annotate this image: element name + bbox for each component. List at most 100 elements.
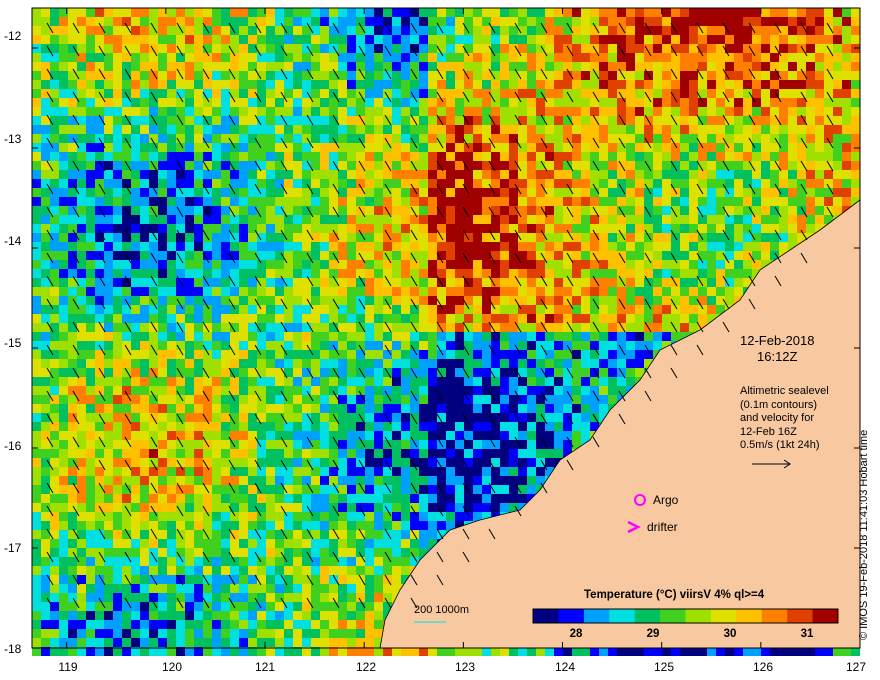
sst-cell xyxy=(149,386,158,395)
sst-cell xyxy=(104,305,113,314)
sst-cell xyxy=(131,71,140,80)
sst-cell xyxy=(374,98,383,107)
sst-cell xyxy=(581,404,590,413)
sst-cell xyxy=(239,269,248,278)
sst-cell xyxy=(626,71,635,80)
sst-cell xyxy=(302,269,311,278)
sst-cell xyxy=(608,215,617,224)
sst-cell xyxy=(527,143,536,152)
sst-cell xyxy=(320,188,329,197)
sst-cell xyxy=(680,44,689,53)
sst-cell xyxy=(707,26,716,35)
sst-cell xyxy=(626,368,635,377)
sst-cell xyxy=(626,107,635,116)
sst-cell xyxy=(761,170,770,179)
sst-cell xyxy=(104,242,113,251)
sst-cell xyxy=(329,233,338,242)
sst-cell xyxy=(698,44,707,53)
sst-cell xyxy=(293,143,302,152)
sst-cell xyxy=(518,170,527,179)
sst-cell xyxy=(32,350,41,359)
sst-cell xyxy=(617,53,626,62)
sst-cell xyxy=(320,152,329,161)
sst-cell xyxy=(842,80,851,89)
sst-cell xyxy=(113,206,122,215)
sst-cell xyxy=(32,368,41,377)
sst-cell xyxy=(662,314,671,323)
sst-cell xyxy=(374,233,383,242)
sst-cell xyxy=(464,179,473,188)
sst-cell xyxy=(140,341,149,350)
sst-cell xyxy=(140,278,149,287)
sst-cell xyxy=(158,323,167,332)
sst-cell xyxy=(581,179,590,188)
sst-cell xyxy=(338,107,347,116)
sst-cell xyxy=(302,251,311,260)
sst-cell xyxy=(365,260,374,269)
sst-cell xyxy=(158,26,167,35)
sst-cell xyxy=(104,35,113,44)
sst-cell xyxy=(185,269,194,278)
sst-cell xyxy=(554,53,563,62)
sst-cell xyxy=(32,404,41,413)
sst-cell xyxy=(482,143,491,152)
sst-cell xyxy=(194,368,203,377)
sst-cell xyxy=(257,53,266,62)
sst-cell xyxy=(338,350,347,359)
sst-cell xyxy=(383,152,392,161)
sst-cell xyxy=(176,287,185,296)
sst-cell xyxy=(239,341,248,350)
sst-cell xyxy=(284,386,293,395)
sst-cell xyxy=(734,35,743,44)
sst-cell xyxy=(473,359,482,368)
sst-cell xyxy=(491,26,500,35)
sst-cell xyxy=(527,323,536,332)
sst-cell xyxy=(266,341,275,350)
sst-cell xyxy=(41,215,50,224)
sst-cell xyxy=(374,476,383,485)
sst-cell xyxy=(284,476,293,485)
sst-cell xyxy=(734,17,743,26)
sst-cell xyxy=(59,467,68,476)
sst-cell xyxy=(266,44,275,53)
sst-cell xyxy=(761,17,770,26)
sst-cell xyxy=(338,125,347,134)
sst-cell xyxy=(680,233,689,242)
sst-cell xyxy=(104,143,113,152)
sst-cell xyxy=(752,260,761,269)
sst-cell xyxy=(185,440,194,449)
sst-cell xyxy=(212,395,221,404)
sst-cell xyxy=(113,359,122,368)
sst-cell xyxy=(617,197,626,206)
sst-cell xyxy=(428,107,437,116)
sst-cell xyxy=(518,431,527,440)
sst-cell xyxy=(383,458,392,467)
sst-cell xyxy=(167,152,176,161)
sst-cell xyxy=(59,431,68,440)
sst-cell xyxy=(50,188,59,197)
sst-cell xyxy=(608,98,617,107)
sst-cell xyxy=(518,341,527,350)
sst-cell xyxy=(338,314,347,323)
sst-cell xyxy=(140,161,149,170)
sst-cell xyxy=(338,44,347,53)
sst-cell xyxy=(653,278,662,287)
sst-cell xyxy=(239,314,248,323)
sst-cell xyxy=(356,143,365,152)
sst-cell xyxy=(77,431,86,440)
sst-cell xyxy=(86,305,95,314)
sst-cell xyxy=(509,170,518,179)
sst-cell xyxy=(257,35,266,44)
sst-cell xyxy=(113,413,122,422)
sst-cell xyxy=(302,458,311,467)
sst-cell xyxy=(446,233,455,242)
sst-cell xyxy=(707,125,716,134)
sst-cell xyxy=(446,458,455,467)
sst-cell xyxy=(275,269,284,278)
sst-cell xyxy=(662,17,671,26)
sst-cell xyxy=(428,422,437,431)
sst-cell xyxy=(464,251,473,260)
sst-cell xyxy=(185,233,194,242)
sst-cell xyxy=(221,62,230,71)
sst-cell xyxy=(707,278,716,287)
